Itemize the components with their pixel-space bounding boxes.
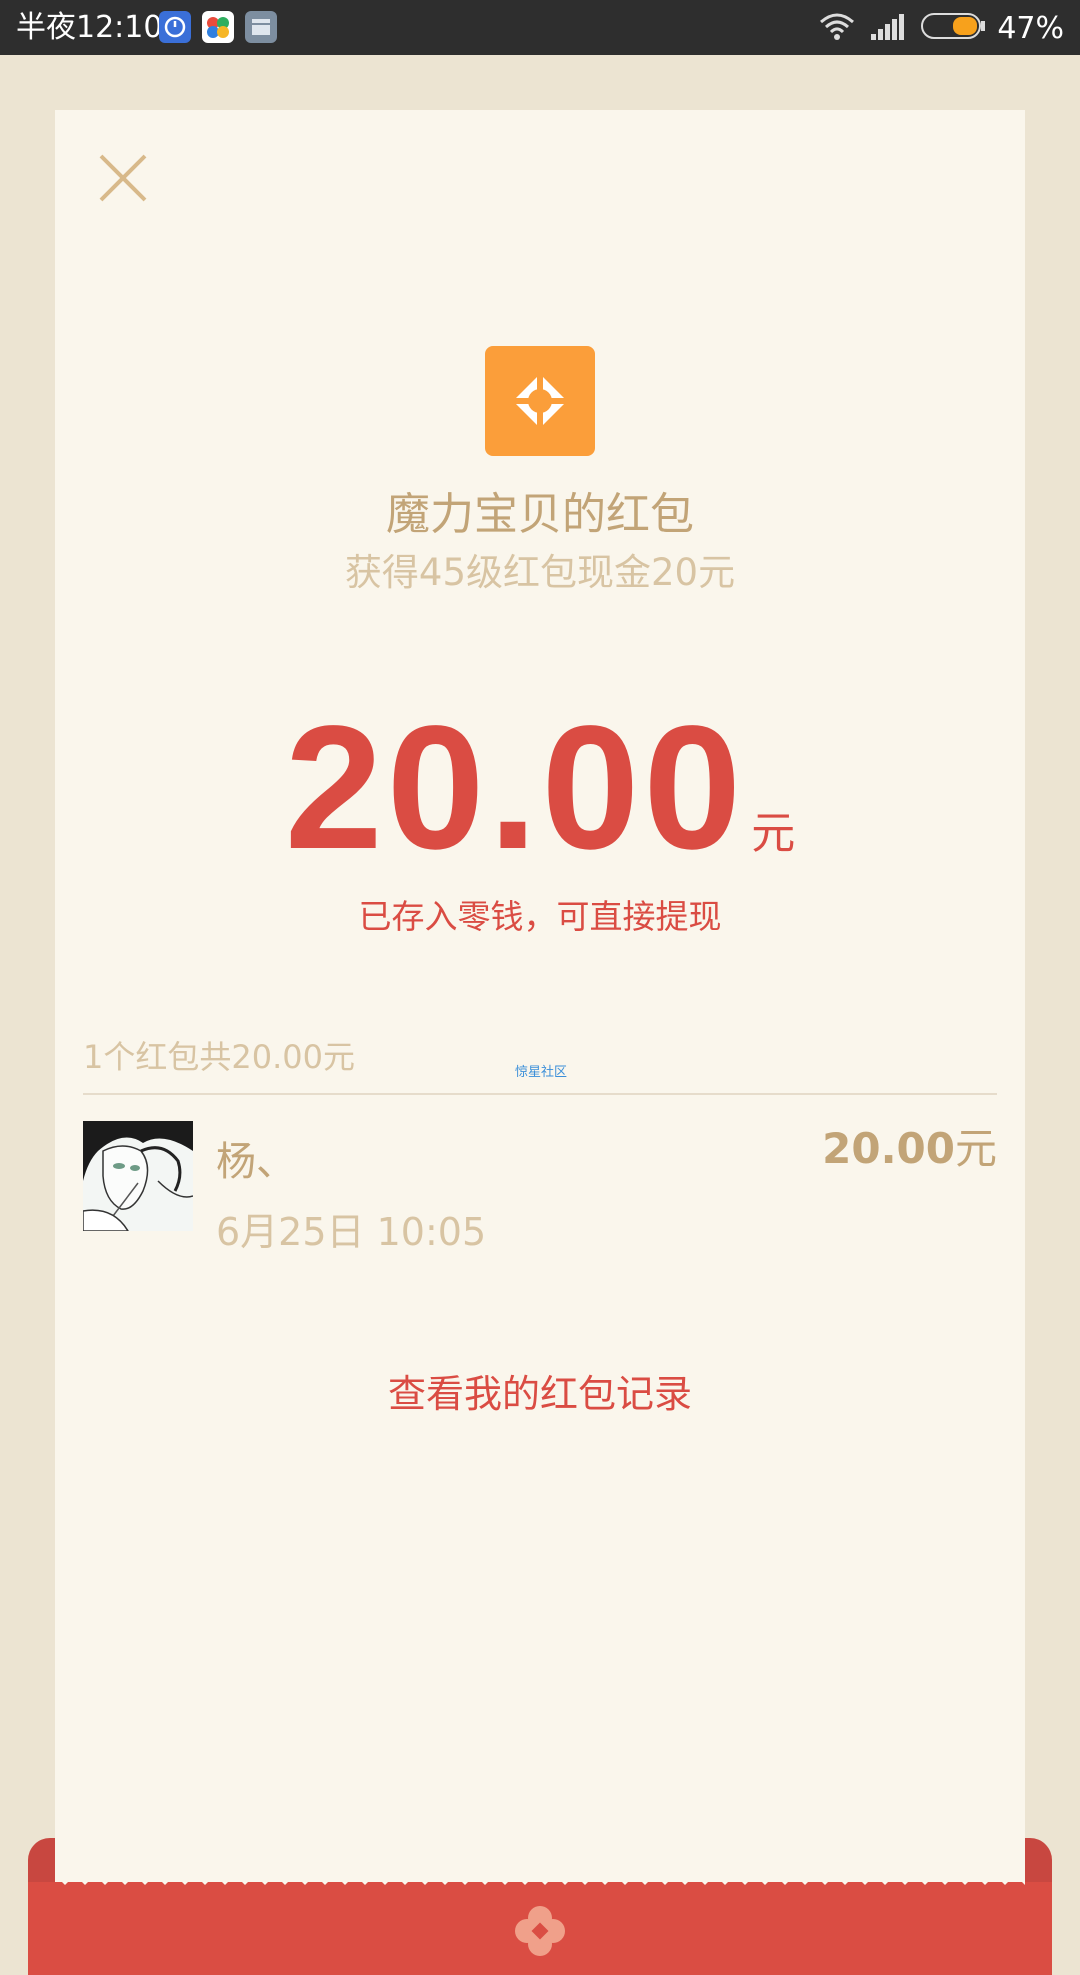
speedometer-icon — [159, 11, 191, 43]
watermark: 惊星社区 — [515, 1065, 568, 1080]
divider — [83, 1093, 997, 1095]
record-amount-unit: 元 — [954, 1124, 997, 1173]
signal-icon — [869, 10, 907, 46]
zigzag-edge — [55, 1875, 1025, 1885]
record-amount: 20.00元 — [822, 1115, 997, 1176]
status-time: 半夜12:10 — [16, 10, 163, 45]
page: 魔力宝贝的红包 获得45级红包现金20元 20.00 元 已存入零钱，可直接提现 … — [0, 55, 1080, 1975]
sender-title: 魔力宝贝的红包 — [386, 489, 694, 540]
red-packet-detail-card: 魔力宝贝的红包 获得45级红包现金20元 20.00 元 已存入零钱，可直接提现 … — [55, 110, 1025, 1900]
avatar[interactable] — [83, 1121, 193, 1231]
close-icon — [99, 154, 147, 202]
amount-unit: 元 — [751, 808, 796, 859]
status-bar: 半夜12:10 47% — [0, 0, 1080, 55]
battery-percent: 47% — [997, 10, 1064, 46]
view-history-link[interactable]: 查看我的红包记录 — [55, 1363, 1025, 1418]
list-item[interactable]: 杨、 6月25日 10:05 20.00元 — [83, 1121, 997, 1254]
notes-app-icon — [245, 11, 277, 43]
receiver-name: 杨、 — [216, 1139, 296, 1185]
battery-icon — [921, 11, 987, 45]
record-amount-value: 20.00 — [822, 1124, 955, 1173]
records-summary: 1个红包共20.00元 — [83, 1038, 355, 1076]
greeting-message: 获得45级红包现金20元 — [344, 551, 736, 594]
amount-value: 20.00 — [284, 690, 746, 886]
wifi-icon — [817, 10, 857, 46]
amount-display: 20.00 元 — [55, 700, 1025, 876]
close-button[interactable] — [93, 148, 153, 208]
deposit-note: 已存入零钱，可直接提现 — [358, 897, 722, 936]
flower-icon[interactable] — [512, 1903, 568, 1959]
receive-time: 6月25日 10:05 — [216, 1210, 487, 1254]
app-logo — [485, 346, 595, 456]
colorful-app-icon — [202, 11, 234, 43]
game-logo-icon — [509, 370, 571, 432]
